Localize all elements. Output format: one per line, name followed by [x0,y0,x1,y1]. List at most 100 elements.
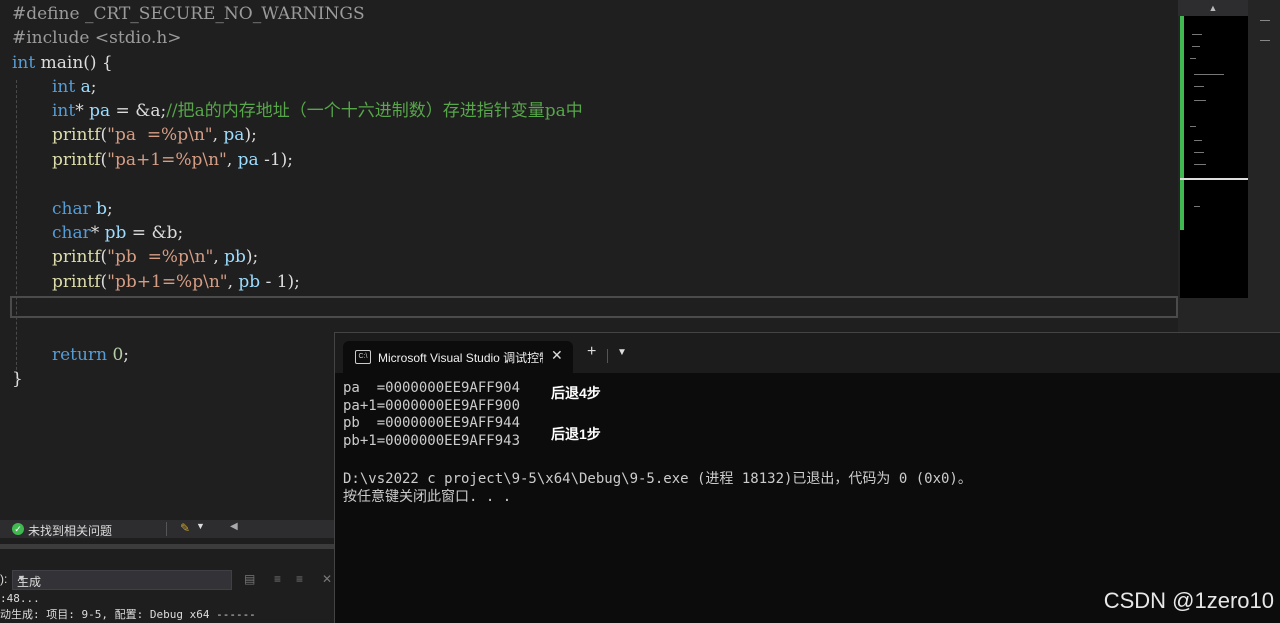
current-line-highlight [10,296,1178,318]
code-line-9[interactable]: char* pb = &b; [52,221,183,245]
chevron-down-icon[interactable]: ▼ [617,347,627,358]
code-line-3[interactable]: int main() { [12,51,113,75]
code-text: } [12,369,23,389]
code-line-13[interactable]: } [12,367,23,391]
code-line-5[interactable]: int* pa = &a;//把a的内存地址（一个十六进制数）存进指针变量pa中 [52,99,583,123]
code-line-1[interactable]: #define _CRT_SECURE_NO_WARNINGS [12,2,365,26]
keyword: int [52,101,76,121]
keyword: return [52,345,108,365]
macro-name: _CRT_SECURE_NO_WARNINGS [79,4,365,24]
variable: a [75,77,91,97]
code-text: * [90,223,105,243]
code-line-10[interactable]: printf("pb =%p\n", pb); [52,245,258,269]
keyword: int [52,77,76,97]
code-text: , [226,150,238,170]
minimap-line [1194,100,1206,101]
code-line-4[interactable]: int a; [52,75,97,99]
close-icon[interactable]: ✕ [551,347,563,364]
minimap-line [1194,140,1202,141]
variable: pa [89,101,111,121]
scrollbar-track[interactable] [1250,0,1280,332]
code-text: ; [123,345,130,365]
string-literal: "pb =%p\n" [107,247,214,267]
code-text: = &a; [110,101,167,121]
code-text: = &b; [126,223,184,243]
terminal-icon: C:\ [355,350,371,364]
output-source-select[interactable]: 生成 ▼ [12,570,232,590]
next-message-icon[interactable]: ≡ [296,572,303,586]
code-text: ; [90,77,97,97]
keyword: char [52,199,91,219]
console-titlebar[interactable]: C:\ Microsoft Visual Studio 调试控制台 ✕ + ▼ [335,333,1280,373]
minimap-line [1190,126,1196,127]
scroll-left-arrow-icon[interactable]: ◀ [230,521,238,532]
minimap-line [1194,74,1224,75]
console-output-line: 按任意键关闭此窗口. . . [343,489,512,505]
variable: pb [104,223,127,243]
watermark: CSDN @1zero10 [1103,588,1274,613]
variable: pa [223,125,245,145]
previous-message-icon[interactable]: ≡ [274,572,281,586]
minimap-line [1194,206,1200,207]
minimap-viewport-divider[interactable] [1180,178,1248,180]
new-tab-button[interactable]: + [587,343,596,361]
console-tab[interactable]: C:\ Microsoft Visual Studio 调试控制台 ✕ [343,341,573,373]
debug-console-window[interactable]: C:\ Microsoft Visual Studio 调试控制台 ✕ + ▼ … [334,332,1280,623]
function-name: printf [52,247,101,267]
output-source-label: ): [0,572,8,586]
code-text: , [212,125,224,145]
function-name: printf [52,150,101,170]
keyword: int [12,53,36,73]
code-line-12[interactable]: return 0; [52,343,129,367]
code-text: , [227,272,239,292]
code-text: , [213,247,225,267]
variable: pa [237,150,259,170]
preprocessor-directive: #define [12,4,80,24]
code-text: -1); [258,150,294,170]
console-tab-title: Microsoft Visual Studio 调试控制台 [378,351,543,365]
minimap-viewport[interactable] [1180,16,1248,298]
string-literal: "pb+1=%p\n" [107,272,228,292]
minimap-line [1194,152,1204,153]
minimap-line [1194,86,1204,87]
console-output-line: pb =0000000EE9AFF944 [343,415,521,431]
code-line-11[interactable]: printf("pb+1=%p\n", pb - 1); [52,270,300,294]
variable: b [90,199,108,219]
code-text: ; [107,199,113,219]
string-literal: "pa =%p\n" [107,125,213,145]
minimap-line [1192,46,1200,47]
minimap-line [1190,58,1196,59]
editor-status-bar: ✓ 未找到相关问题 ✎ ▼ ◀ [0,520,334,538]
preprocessor-directive: #include [12,28,90,48]
scrollbar-mark [1260,40,1270,41]
find-message-icon[interactable]: ▤ [244,572,255,586]
console-output-line: pa+1=0000000EE9AFF900 [343,398,521,414]
output-line: 动生成: 项目: 9-5, 配置: Debug x64 ------ [0,608,256,621]
check-circle-icon: ✓ [12,523,24,535]
code-line-2[interactable]: #include <stdio.h> [12,26,182,50]
code-line-6[interactable]: printf("pa =%p\n", pa); [52,123,257,147]
broom-icon[interactable]: ✎ [180,521,190,535]
minimap-line [1192,34,1202,35]
scrollbar-mark [1260,20,1270,21]
divider [607,349,608,363]
issues-status-text[interactable]: 未找到相关问题 [28,522,112,539]
chevron-down-icon: ▼ [17,573,26,583]
annotation-label: 后退4步 [551,385,601,401]
code-comment: //把a的内存地址（一个十六进制数）存进指针变量pa中 [166,101,583,121]
clear-all-icon[interactable]: ✕ [322,572,332,586]
chevron-down-icon[interactable]: ▼ [196,521,205,531]
code-text: ); [245,247,259,267]
divider [166,522,167,536]
code-line-8[interactable]: char b; [52,197,113,221]
string-literal: "pa+1=%p\n" [107,150,227,170]
indent-guide [16,80,17,380]
console-output-line: pb+1=0000000EE9AFF943 [343,433,521,449]
minimap-change-marker [1180,16,1184,230]
scroll-up-arrow-icon[interactable]: ▲ [1178,0,1248,16]
code-line-7[interactable]: printf("pa+1=%p\n", pa -1); [52,148,293,172]
output-line: :48... [0,592,40,605]
code-text: ); [244,125,257,145]
annotation-label: 后退1步 [551,426,601,442]
number-literal: 0 [107,345,124,365]
